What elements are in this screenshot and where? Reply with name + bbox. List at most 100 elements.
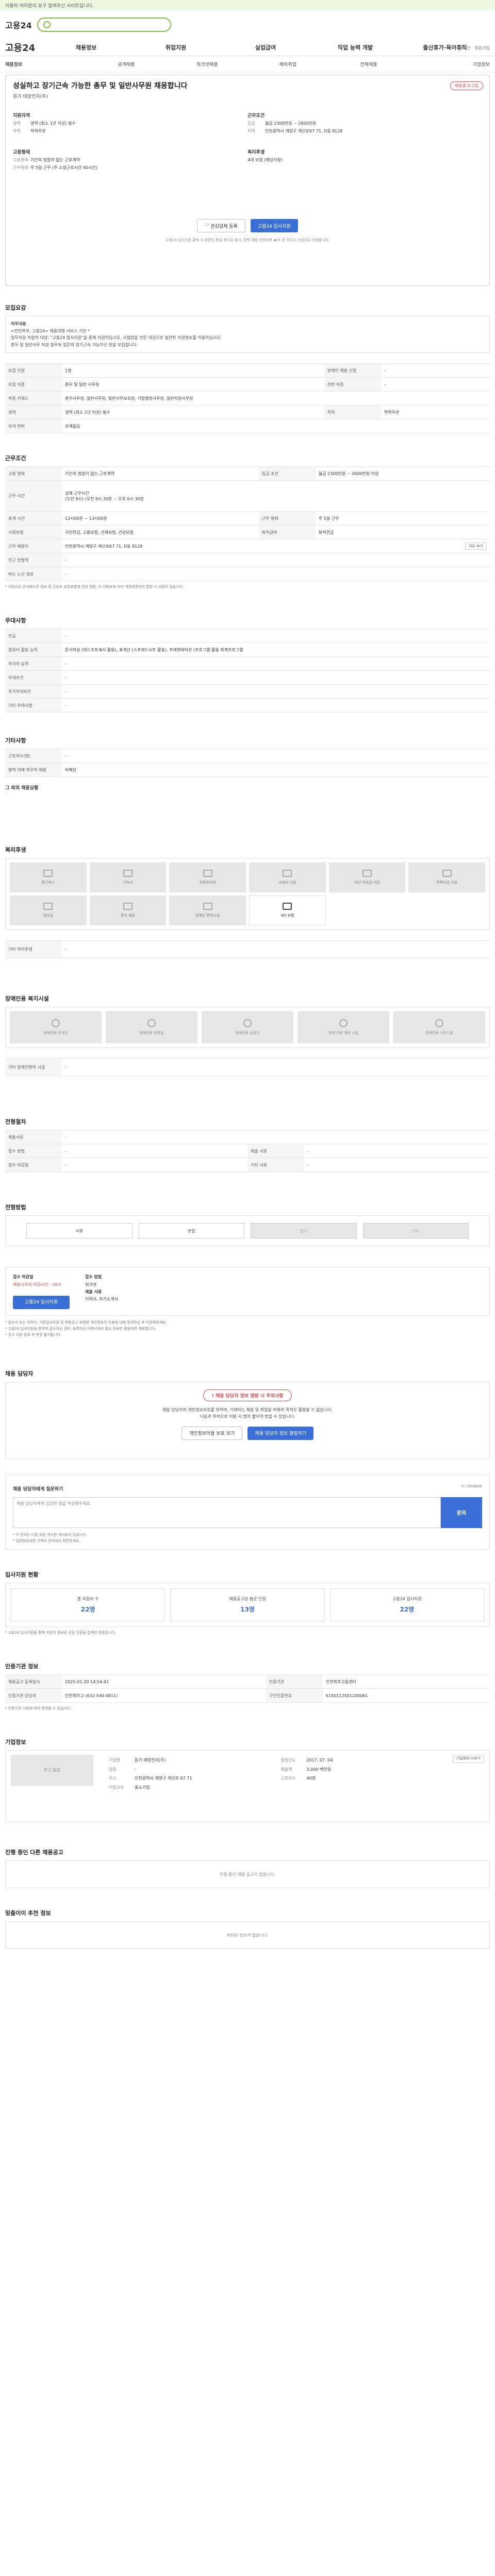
cell-value: - [62, 698, 490, 713]
kv-value: 월급 2300만원 ~ 2600만원 [265, 121, 317, 126]
subnav-item[interactable]: 기업정보 [409, 61, 490, 67]
cell-value: - [62, 1144, 248, 1159]
selection-table: 제출서류 - 접수 방법 - 제출 서류 - 접수 마감일 - 기타 서류 - [5, 1130, 490, 1173]
cell-head: 외국어 능력 [5, 656, 62, 671]
qna-count: 0 / 500byte [461, 1484, 482, 1489]
cell-value: 월급 2300만원 ~ 2600만원 이상 [315, 466, 490, 481]
gnb-item[interactable]: 채용정보 [41, 43, 131, 52]
misc-note: 그 외의 채용상황 - [5, 784, 490, 799]
cell-value: - [62, 1130, 490, 1145]
kv-value: 인천광역시 계양구 계산로 67 71 [135, 1776, 192, 1781]
facility-label: 장애인용 승강기 [235, 1031, 260, 1036]
welfare-icon [283, 903, 292, 910]
subnav-item[interactable]: 워크넷채용 [167, 61, 248, 67]
apply-button-2[interactable]: 고용24 입사지원 [13, 1295, 70, 1309]
gnb-item[interactable]: 직업 능력 개발 [310, 43, 400, 52]
welfare-grid: 통근버스 기숙사 차량유지비 교육비 지원 자녀 학자금 지원 주택자금 지원 경조금 중식 … [5, 858, 490, 930]
cell-head: 퇴직급여 [258, 525, 316, 540]
privacy-view-button[interactable]: 개인정보이용 보호 보기 [181, 1426, 243, 1440]
cell-head: 고용 형태 [5, 466, 62, 481]
cell-value: 2025-01-20 14:54:42 [62, 1674, 266, 1689]
site-logo[interactable]: 고용24 [5, 19, 32, 31]
misc-note-head: 그 외의 채용상황 [5, 786, 39, 791]
cell-value: 기간의 정함이 없는 근로계약 [62, 466, 259, 481]
section-title: 기업정보 [5, 1739, 26, 1746]
cell-value: 주 5일 근무 [315, 511, 490, 526]
subnav-item[interactable]: 해외취업 [248, 61, 328, 67]
kv-key: 기업명 [109, 1758, 121, 1763]
selection-steps: 서류 면접 필기 기타 [5, 1215, 490, 1247]
kv-value: 중소기업 [135, 1785, 150, 1790]
info-table: 채용공고 등록일시 2025-01-20 14:54:42 인증기관 인천북부고용센터… [5, 1674, 490, 1703]
heart-icon: ♡ [205, 223, 211, 228]
section-title: 우대사항 [5, 617, 26, 624]
cell-head: 휴게 시간 [5, 511, 62, 526]
qna-textarea[interactable]: 채용 담당자에게 궁금한 점을 작성해주세요. [13, 1497, 441, 1528]
cell-head: 경력 [5, 405, 62, 420]
search-icon[interactable] [43, 21, 51, 28]
welfare-icon [43, 870, 53, 877]
apply-docs-head: 제출 서류 [85, 1289, 102, 1294]
qna-submit-button[interactable]: 문의 [441, 1497, 482, 1528]
interest-button[interactable]: ♡ 관심업체 등록 [197, 219, 245, 232]
welfare-icon [123, 870, 133, 877]
cell-head: 기타 장애인편의 시설 [5, 1058, 62, 1077]
cell-head: 제출서류 [5, 1130, 62, 1145]
facility-tile: 장애인용 기타시설 [393, 1011, 485, 1044]
cell-head: 사회보험 [5, 525, 62, 540]
cell-head: 직종 키워드 [5, 391, 62, 406]
company-more-button[interactable]: 기업정보 더보기 [452, 1755, 484, 1764]
subnav-item[interactable]: 전체채용 [328, 61, 409, 67]
welfare-icon [123, 903, 133, 910]
welfare-tile: 기숙사 [89, 862, 167, 893]
facility-label: 장애인용 기타시설 [425, 1031, 453, 1036]
apply-method: 접수 방법 워크넷 제출 서류 이력서, 자기소개서 [85, 1274, 118, 1309]
status-badge: 채용중 D-2일 [450, 81, 483, 90]
section-title: 장애인용 복지시설 [5, 995, 49, 1003]
gnb-item[interactable]: 취업지원 [131, 43, 221, 52]
manager-view-button[interactable]: 채용 담당자 정보 열람하기 [248, 1426, 314, 1440]
subnav-item[interactable]: 공개채용 [86, 61, 167, 67]
section-title: 복리후생 [5, 846, 26, 854]
cell-head: 근무 예정지 [5, 539, 62, 554]
apply-button[interactable]: 고용24 입사지원 [250, 219, 298, 232]
welfare-label: 4대 보험 [280, 913, 294, 918]
section-title: 인증기관 정보 [5, 1663, 39, 1670]
apply-docs-value: 이력서, 자기소개서 [85, 1297, 118, 1302]
manager-actions: 개인정보이용 보호 보기 채용 담당자 정보 열람하기 [13, 1426, 482, 1440]
kv-value: 40명 [306, 1776, 316, 1781]
gnb-item[interactable]: 실업급여 [221, 43, 310, 52]
facility-grid: 장애인용 주차장 장애인용 화장실 장애인용 승강기 장애 지원 제공 시설 장애인용 … [5, 1007, 490, 1048]
section-title: 채용 담당자 [5, 1370, 34, 1377]
facility-tile: 장애인용 주차장 [10, 1011, 102, 1044]
cell-value: 1명 [62, 363, 324, 378]
manager-box: ! 채용 담당자 정보 열람 시 주의사항 채용 담당자의 개인정보보호를 위하… [5, 1381, 490, 1459]
cell-value: - [62, 749, 490, 764]
search-box[interactable] [37, 17, 171, 32]
misc-table: 근로자수(명) - 병역 대체 복무자 채용 비해당 [5, 749, 490, 777]
stat-value: 22명 [400, 1606, 415, 1614]
stat-label: 채용공고당 평균 인원 [229, 1597, 266, 1602]
cell-value: - [381, 377, 490, 392]
subnav: 채용정보 공개채용 워크넷채용 해외취업 전체채용 기업정보 [0, 56, 495, 73]
map-button[interactable]: 지도 보기 [465, 543, 487, 550]
kv-value: - [135, 1767, 136, 1772]
cell-head: 학력 [324, 405, 381, 420]
main-content: 성실하고 장기근속 가능한 총무 및 일반사무원 채용합니다 원가 태양전자(주… [0, 75, 495, 1950]
subnav-item[interactable]: 채용정보 [5, 61, 86, 67]
selection-step: 면접 [138, 1223, 244, 1239]
job-desc-line: <전민복부, 고용24> 채용대행 서비스 기간 * [11, 328, 90, 333]
info-note: * 인증기관 이용에 따라 변경될 수 있습니다. [5, 1706, 72, 1711]
company-name[interactable]: 원가 태양전자(주) [13, 93, 482, 99]
kv-value: 주 5일 근무 (주 소정근로시간 40시간) [30, 165, 97, 170]
gnb-logo[interactable]: 고용24 [5, 41, 41, 54]
manager-desc: 채용 담당자의 개인정보보호를 위하여, 기재되는 채용 및 취업을 외에의 목… [162, 1407, 333, 1419]
cell-value: - [62, 1158, 248, 1173]
cell-head: 기타 서류 [248, 1158, 304, 1173]
welfare-label: 기숙사 [123, 880, 133, 885]
welfare-icon [442, 870, 452, 877]
kv-key: 주소 [109, 1776, 117, 1781]
apply-period-head: 접수 마감일 [13, 1275, 34, 1280]
top-links[interactable]: 로그인 · 회원가입 [459, 45, 490, 51]
welfare-icon [283, 870, 292, 877]
